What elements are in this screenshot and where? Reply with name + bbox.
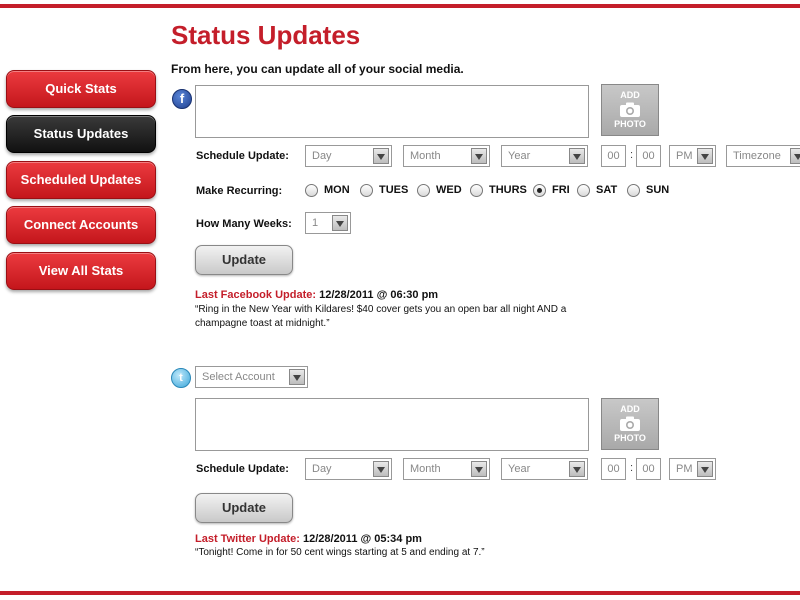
twitter-account-select[interactable]: Select Account <box>195 366 308 388</box>
photo-button-label-top: ADD <box>620 404 640 414</box>
camera-icon <box>620 102 640 117</box>
facebook-day-select[interactable]: Day <box>305 145 392 167</box>
photo-button-label-bottom: PHOTO <box>614 433 646 443</box>
chevron-down-icon <box>790 148 800 164</box>
photo-button-label-top: ADD <box>620 90 640 100</box>
chevron-down-icon <box>471 148 487 164</box>
chevron-down-icon <box>289 369 305 385</box>
chevron-down-icon <box>697 461 713 477</box>
page-title: Status Updates <box>171 20 361 50</box>
last-update-time: 12/28/2011 @ 06:30 pm <box>319 289 439 301</box>
weeks-select[interactable]: 1 <box>305 212 351 234</box>
chevron-down-icon <box>471 461 487 477</box>
make-recurring-label: Make Recurring: <box>196 185 283 197</box>
camera-icon <box>620 416 640 431</box>
time-separator: : <box>630 149 634 161</box>
last-facebook-update: Last Facebook Update: 12/28/2011 @ 06:30… <box>195 289 438 301</box>
last-update-time: 12/28/2011 @ 05:34 pm <box>302 533 422 545</box>
facebook-month-select[interactable]: Month <box>403 145 490 167</box>
time-separator: : <box>630 462 634 474</box>
chevron-down-icon <box>373 461 389 477</box>
page-subtitle: From here, you can update all of your so… <box>171 62 464 76</box>
radio-dot <box>470 184 483 197</box>
facebook-add-photo-button[interactable]: ADD PHOTO <box>601 84 659 136</box>
facebook-ampm-select[interactable]: PM <box>669 145 716 167</box>
radio-dot <box>360 184 373 197</box>
nav-connect-accounts-button[interactable]: Connect Accounts <box>6 206 156 244</box>
twitter-icon: t <box>171 368 191 388</box>
twitter-ampm-select[interactable]: PM <box>669 458 716 480</box>
chevron-down-icon <box>373 148 389 164</box>
twitter-status-textarea[interactable] <box>195 398 589 451</box>
schedule-update-label: Schedule Update: <box>196 150 289 162</box>
facebook-icon: f <box>172 89 192 109</box>
last-update-label: Last Facebook Update: <box>195 289 317 301</box>
nav-status-updates-button[interactable]: Status Updates <box>6 115 156 153</box>
radio-dot <box>577 184 590 197</box>
last-twitter-update: Last Twitter Update: 12/28/2011 @ 05:34 … <box>195 533 422 545</box>
radio-dot <box>627 184 640 197</box>
facebook-year-select[interactable]: Year <box>501 145 588 167</box>
facebook-hour-field[interactable]: 00 <box>601 145 626 167</box>
how-many-weeks-label: How Many Weeks: <box>196 218 292 230</box>
radio-dot-selected <box>533 184 546 197</box>
twitter-update-button[interactable]: Update <box>195 493 293 523</box>
radio-dot <box>417 184 430 197</box>
nav-view-all-stats-button[interactable]: View All Stats <box>6 252 156 290</box>
chevron-down-icon <box>569 148 585 164</box>
last-twitter-update-text: “Tonight! Come in for 50 cent wings star… <box>195 547 485 558</box>
last-update-label: Last Twitter Update: <box>195 533 300 545</box>
facebook-update-button[interactable]: Update <box>195 245 293 275</box>
twitter-day-select[interactable]: Day <box>305 458 392 480</box>
nav-quick-stats-button[interactable]: Quick Stats <box>6 70 156 108</box>
chevron-down-icon <box>569 461 585 477</box>
schedule-update-label: Schedule Update: <box>196 463 289 475</box>
facebook-status-textarea[interactable] <box>195 85 589 138</box>
twitter-year-select[interactable]: Year <box>501 458 588 480</box>
bottom-border <box>0 591 800 595</box>
last-facebook-update-text: “Ring in the New Year with Kildares! $40… <box>195 304 567 329</box>
nav-scheduled-updates-button[interactable]: Scheduled Updates <box>6 161 156 199</box>
chevron-down-icon <box>332 215 348 231</box>
facebook-minute-field[interactable]: 00 <box>636 145 661 167</box>
chevron-down-icon <box>697 148 713 164</box>
top-border <box>0 4 800 8</box>
twitter-month-select[interactable]: Month <box>403 458 490 480</box>
radio-dot <box>305 184 318 197</box>
facebook-timezone-select[interactable]: Timezone <box>726 145 800 167</box>
twitter-hour-field[interactable]: 00 <box>601 458 626 480</box>
twitter-minute-field[interactable]: 00 <box>636 458 661 480</box>
twitter-add-photo-button[interactable]: ADD PHOTO <box>601 398 659 450</box>
photo-button-label-bottom: PHOTO <box>614 119 646 129</box>
